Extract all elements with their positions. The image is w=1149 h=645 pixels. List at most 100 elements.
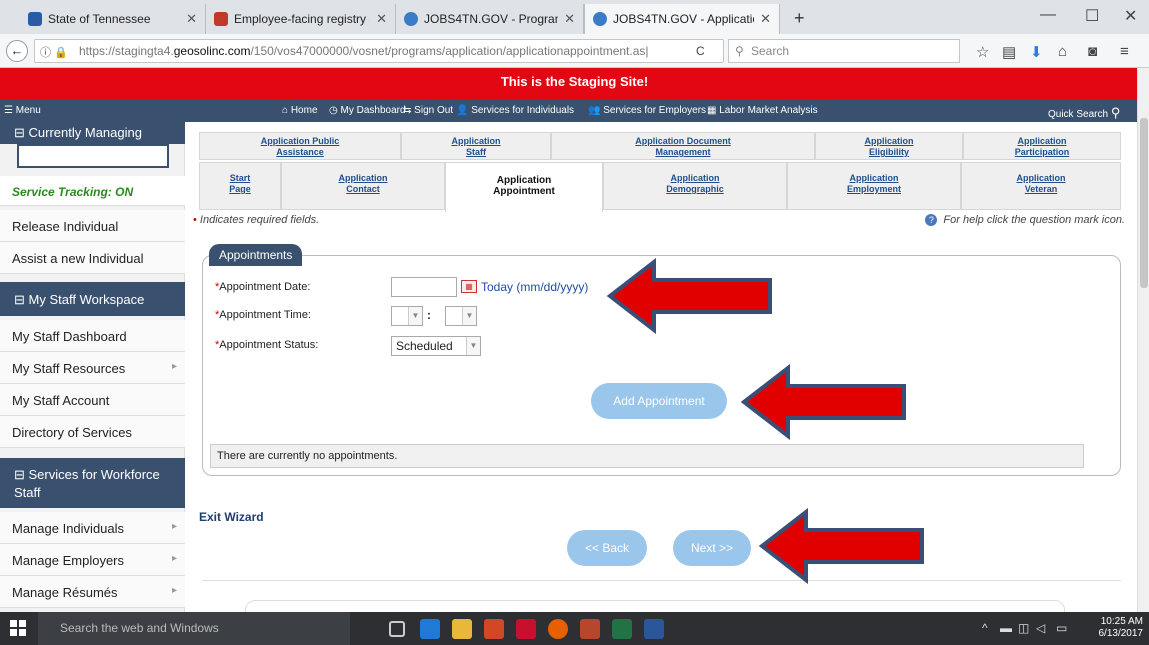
- tray-chevron-icon[interactable]: ^: [982, 621, 988, 635]
- clock-time: 10:25 AM: [1100, 616, 1143, 627]
- excel-icon[interactable]: [612, 619, 632, 639]
- nav-employers[interactable]: 👥 Services for Employers: [588, 105, 706, 116]
- nav-signout-label: Sign Out: [414, 105, 454, 116]
- required-note-text: Indicates required fields.: [199, 214, 320, 226]
- sidebar-item-manage-employers[interactable]: Manage Employers ▸: [0, 544, 185, 576]
- chevron-right-icon: ▸: [171, 361, 177, 372]
- close-tab-icon[interactable]: ✕: [564, 11, 575, 27]
- nav-signout[interactable]: ⇆ Sign Out: [403, 105, 453, 116]
- currently-managing-box: [17, 144, 169, 168]
- appointment-minute-select[interactable]: ▼: [445, 306, 477, 326]
- address-bar[interactable]: https://stagingta4.geosolinc.com/150/vos…: [34, 39, 724, 63]
- sidebar-item-label: Manage Employers: [12, 553, 124, 568]
- appointment-date-input[interactable]: [391, 277, 457, 297]
- pocket-icon[interactable]: ◙: [1088, 43, 1097, 60]
- today-date-hint[interactable]: Today (mm/dd/yyyy): [481, 280, 588, 294]
- tab-line2: Veteran: [1024, 184, 1058, 194]
- add-appointment-button[interactable]: Add Appointment: [591, 383, 727, 419]
- back-arrow-icon[interactable]: ←: [6, 40, 28, 62]
- home-icon[interactable]: ⌂: [1058, 43, 1067, 60]
- nav-individuals[interactable]: 👤 Services for Individuals: [456, 105, 574, 116]
- publisher-icon[interactable]: [580, 619, 600, 639]
- scrollbar-thumb[interactable]: [1140, 118, 1148, 288]
- staff-workspace-header[interactable]: ⊟ My Staff Workspace: [0, 282, 185, 316]
- browser-tab[interactable]: State of Tennessee ✕: [20, 4, 206, 34]
- tab-appointment[interactable]: Application Appointment: [445, 162, 603, 212]
- exit-wizard-link[interactable]: Exit Wizard: [199, 510, 264, 524]
- sidebar-item-staff-account[interactable]: My Staff Account: [0, 384, 185, 416]
- quick-search[interactable]: Quick Search ⚲: [1048, 105, 1120, 121]
- page-scrollbar[interactable]: [1137, 68, 1149, 612]
- appointment-hour-select[interactable]: ▼: [391, 306, 423, 326]
- volume-icon[interactable]: ◁: [1036, 621, 1045, 635]
- hamburger-menu-icon[interactable]: ≡: [1120, 43, 1129, 60]
- tab-line2: Management: [655, 147, 711, 157]
- new-tab-button[interactable]: +: [794, 8, 805, 29]
- acrobat-icon[interactable]: [516, 619, 536, 639]
- sidebar-item-label: My Staff Resources: [12, 361, 126, 376]
- sidebar-item-directory-services[interactable]: Directory of Services: [0, 416, 185, 448]
- nav-dashboard[interactable]: ◷ My Dashboard: [329, 105, 406, 116]
- chevron-down-icon: ▼: [466, 337, 480, 355]
- currently-managing-label: Currently Managing: [28, 125, 142, 140]
- minimize-icon[interactable]: —: [1040, 6, 1056, 24]
- taskbar-clock[interactable]: 10:25 AM 6/13/2017: [1099, 616, 1144, 640]
- calendar-icon[interactable]: ▦: [461, 280, 477, 293]
- tab-public-assistance[interactable]: Application Public Assistance: [199, 132, 401, 160]
- sidebar-item-manage-individuals[interactable]: Manage Individuals ▸: [0, 512, 185, 544]
- currently-managing-header[interactable]: ⊟ Currently Managing: [0, 122, 185, 144]
- tab-eligibility[interactable]: Application Eligibility: [815, 132, 963, 160]
- task-view-icon[interactable]: [389, 621, 405, 637]
- menu-button[interactable]: ☰ Menu: [4, 105, 41, 116]
- tab-document-management[interactable]: Application Document Management: [551, 132, 815, 160]
- close-tab-icon[interactable]: ✕: [760, 11, 771, 27]
- reading-list-icon[interactable]: ▤: [1002, 43, 1016, 61]
- question-mark-icon[interactable]: ?: [925, 214, 938, 226]
- maximize-icon[interactable]: ☐: [1085, 6, 1099, 26]
- browser-tab-active[interactable]: JOBS4TN.GOV - Application ✕: [584, 4, 780, 34]
- close-tab-icon[interactable]: ✕: [376, 11, 387, 27]
- windows-start-icon[interactable]: [10, 620, 26, 636]
- tab-veteran[interactable]: Application Veteran: [961, 162, 1121, 210]
- sidebar-item-staff-dashboard[interactable]: My Staff Dashboard: [0, 320, 185, 352]
- reload-icon[interactable]: C: [696, 44, 705, 58]
- tab-demographic[interactable]: Application Demographic: [603, 162, 787, 210]
- browser-tab[interactable]: JOBS4TN.GOV - Programs T ✕: [396, 4, 584, 34]
- next-button[interactable]: Next >>: [673, 530, 751, 566]
- sidebar-item-assist-individual[interactable]: Assist a new Individual: [0, 242, 185, 274]
- nav-home[interactable]: ⌂ Home: [282, 105, 318, 116]
- tab-line2: Contact: [346, 184, 380, 194]
- tab-staff[interactable]: Application Staff: [401, 132, 551, 160]
- edge-icon[interactable]: [420, 619, 440, 639]
- notifications-icon[interactable]: ▭: [1056, 621, 1067, 635]
- tab-line2: Eligibility: [868, 147, 909, 157]
- tab-employment[interactable]: Application Employment: [787, 162, 961, 210]
- tab-line2: Appointment: [493, 186, 555, 197]
- sidebar-item-staff-resources[interactable]: My Staff Resources ▸: [0, 352, 185, 384]
- tab-contact[interactable]: Application Contact: [281, 162, 445, 210]
- browser-search-input[interactable]: ⚲ Search: [728, 39, 960, 63]
- bookmark-star-icon[interactable]: ☆: [976, 43, 989, 61]
- workforce-services-header[interactable]: ⊟ Services for Workforce Staff: [0, 458, 185, 508]
- taskbar-search-input[interactable]: Search the web and Windows: [38, 612, 350, 645]
- nav-lmi[interactable]: ▦ Labor Market Analysis: [707, 105, 818, 116]
- download-icon[interactable]: ⬇: [1030, 43, 1043, 61]
- back-button[interactable]: << Back: [567, 530, 647, 566]
- annotation-arrow: [740, 364, 906, 440]
- tab-start-page[interactable]: Start Page: [199, 162, 281, 210]
- browser-tab[interactable]: Employee-facing registry co ✕: [206, 4, 396, 34]
- appointment-status-select[interactable]: Scheduled ▼: [391, 336, 481, 356]
- sidebar-item-release-individual[interactable]: Release Individual: [0, 210, 185, 242]
- browser-nav-bar: ← https://stagingta4.geosolinc.com/150/v…: [0, 34, 1149, 68]
- sidebar-item-manage-resumes[interactable]: Manage Résumés ▸: [0, 576, 185, 608]
- word-icon[interactable]: [644, 619, 664, 639]
- powerpoint-icon[interactable]: [484, 619, 504, 639]
- file-explorer-icon[interactable]: [452, 619, 472, 639]
- firefox-icon[interactable]: [548, 619, 568, 639]
- appointments-section-title: Appointments: [209, 244, 303, 266]
- battery-icon[interactable]: ▬: [1000, 621, 1012, 635]
- close-tab-icon[interactable]: ✕: [186, 11, 197, 27]
- tab-participation[interactable]: Application Participation: [963, 132, 1121, 160]
- network-icon[interactable]: ◫: [1018, 621, 1029, 635]
- close-window-icon[interactable]: ✕: [1124, 6, 1137, 26]
